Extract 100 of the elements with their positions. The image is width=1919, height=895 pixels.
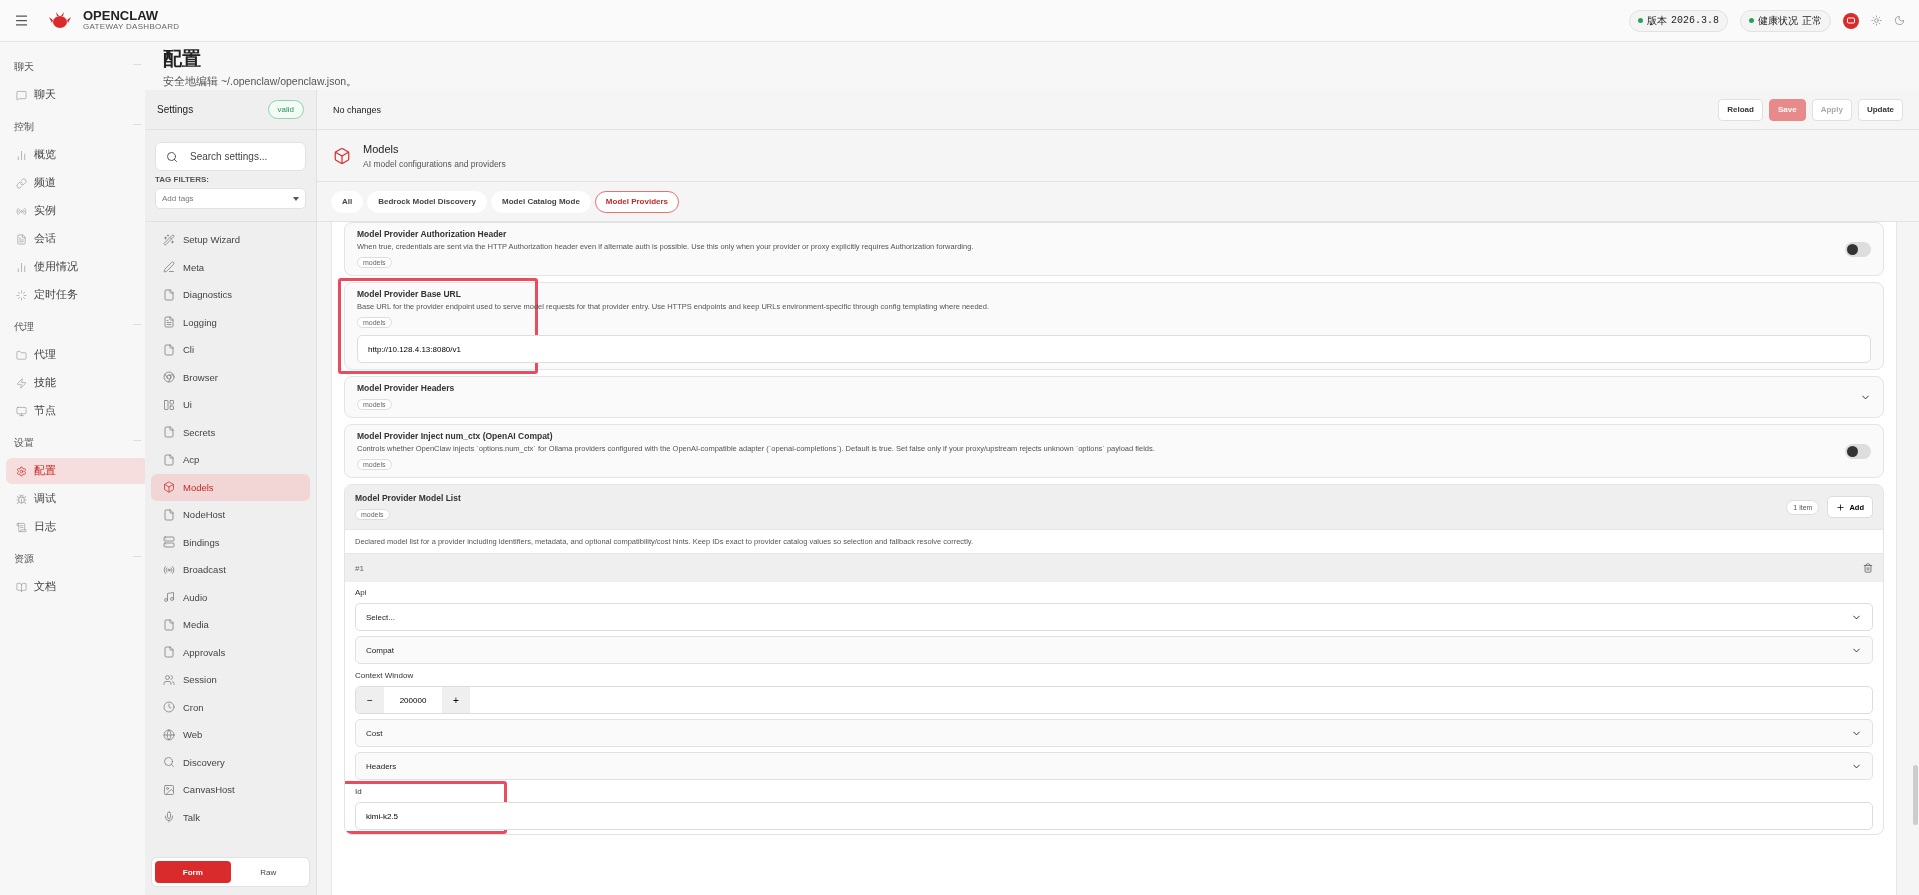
settings-item[interactable]: Web — [151, 721, 310, 749]
mode-tab[interactable]: Raw — [230, 861, 306, 883]
pen-icon — [163, 261, 175, 274]
field-label: Id — [355, 787, 363, 796]
broadcast-icon — [163, 563, 175, 576]
status-pill: 健康状况 正常 — [1740, 9, 1831, 32]
settings-item[interactable]: Broadcast — [151, 556, 310, 584]
microphone-icon — [163, 811, 175, 824]
search-icon — [166, 150, 178, 163]
setting-title: Model Provider Base URL — [357, 289, 462, 299]
chat-status-icon[interactable] — [1843, 12, 1859, 29]
settings-item[interactable]: Audio — [151, 583, 310, 611]
book-icon — [16, 581, 27, 593]
plus-icon — [1836, 502, 1846, 512]
scroll-icon — [16, 521, 27, 533]
url-field[interactable]: http://10.128.4.13:8080/v1 — [357, 335, 1871, 363]
chat-icon — [16, 89, 27, 101]
nav-item[interactable]: 节点 — [6, 398, 149, 424]
file-icon — [163, 618, 175, 631]
cube-icon — [163, 481, 175, 494]
collapsible-section[interactable]: Cost — [355, 719, 1873, 747]
filter-tab[interactable]: All — [331, 190, 364, 213]
brand-subtitle: GATEWAY DASHBOARD — [83, 22, 180, 31]
bar-chart-icon — [16, 261, 27, 273]
collapsible-section[interactable]: Compat — [355, 636, 1873, 664]
loader-icon — [16, 289, 27, 301]
menu-icon[interactable] — [14, 13, 29, 28]
id-field[interactable]: kimi-k2.5 — [355, 802, 1873, 830]
page-title: 配置 — [163, 47, 202, 71]
file-icon — [163, 453, 175, 466]
settings-icon — [16, 465, 27, 477]
trash-icon[interactable] — [1863, 563, 1873, 573]
section-subtitle: AI model configurations and providers — [363, 158, 506, 169]
nav-group-title: 控制 — [6, 110, 149, 142]
nav-item[interactable]: 日志 — [6, 514, 149, 540]
settings-item[interactable]: Media — [151, 611, 310, 639]
setting-title: Model Provider Inject num_ctx (OpenAI Compat) — [357, 431, 554, 441]
nav-item[interactable]: 调试 — [6, 486, 149, 512]
settings-item[interactable]: Acp — [151, 446, 310, 474]
tags-select[interactable]: Add tags — [155, 188, 306, 209]
search-box[interactable]: Search settings... — [155, 142, 306, 171]
image-icon — [163, 783, 175, 796]
settings-item[interactable]: NodeHost — [151, 501, 310, 529]
filter-tab[interactable]: Model Providers — [594, 190, 680, 213]
section-title: Cost — [366, 728, 383, 738]
settings-item[interactable]: Cron — [151, 693, 310, 721]
brand-title: OPENCLAW — [83, 10, 160, 22]
settings-item[interactable]: Browser — [151, 363, 310, 391]
search-field[interactable]: Search settings... — [188, 143, 295, 170]
settings-item[interactable]: Approvals — [151, 638, 310, 666]
settings-item[interactable]: Discovery — [151, 748, 310, 776]
scrollbar-thumb[interactable] — [1912, 765, 1918, 825]
field-label: Context Window — [355, 671, 415, 680]
nav-item[interactable]: 定时任务 — [6, 282, 149, 308]
nav-item[interactable]: 文档 — [6, 574, 149, 600]
mode-tab[interactable]: Form — [155, 861, 231, 883]
status-pill: 版本 2026.3.8 — [1629, 9, 1728, 32]
broadcast-icon — [16, 205, 27, 217]
search-icon — [163, 756, 175, 769]
lightning-icon — [16, 377, 27, 389]
sun-icon[interactable] — [1871, 15, 1882, 26]
settings-item[interactable]: Secrets — [151, 418, 310, 446]
setting-title: Model Provider Model List — [355, 493, 461, 503]
caret-icon — [293, 196, 299, 201]
field-label: Api — [355, 588, 368, 597]
folder-icon — [16, 349, 27, 361]
nav-item[interactable]: 使用情况 — [6, 254, 149, 280]
nav-item[interactable]: 实例 — [6, 198, 149, 224]
file-icon — [163, 343, 175, 356]
nav-item[interactable]: 代理 — [6, 342, 149, 368]
settings-item[interactable]: Models — [151, 473, 310, 501]
collapsible-section[interactable]: Headers — [355, 752, 1873, 780]
file-icon — [163, 316, 175, 329]
server-icon — [163, 536, 175, 549]
users-icon — [163, 673, 175, 686]
settings-item[interactable]: Meta — [151, 253, 310, 281]
nav-item[interactable]: 会话 — [6, 226, 149, 252]
toggle-switch[interactable] — [1845, 241, 1871, 257]
select-field[interactable]: Select... — [355, 603, 1873, 631]
section-title: Headers — [366, 761, 397, 771]
settings-item[interactable]: Diagnostics — [151, 281, 310, 309]
change-status: No changes — [333, 104, 383, 115]
nav-item[interactable]: 频道 — [6, 170, 149, 196]
settings-item[interactable]: Logging — [151, 308, 310, 336]
settings-item[interactable]: Session — [151, 666, 310, 694]
toolbar-button[interactable]: Reload — [1718, 98, 1763, 121]
toolbar-button[interactable]: Update — [1857, 98, 1903, 121]
music-icon — [163, 591, 175, 604]
settings-item[interactable]: Setup Wizard — [151, 226, 310, 254]
nav-item[interactable]: 概览 — [6, 142, 149, 168]
settings-item[interactable]: Ui — [151, 391, 310, 419]
settings-item[interactable]: Talk — [151, 803, 310, 831]
nav-item[interactable]: 聊天 — [6, 82, 149, 108]
settings-item[interactable]: Cli — [151, 336, 310, 364]
filter-tab[interactable]: Model Catalog Mode — [491, 190, 591, 213]
settings-item[interactable]: CanvasHost — [151, 776, 310, 804]
settings-item[interactable]: Bindings — [151, 528, 310, 556]
nav-item[interactable]: 技能 — [6, 370, 149, 396]
filter-tab[interactable]: Bedrock Model Discovery — [367, 190, 488, 213]
toggle-switch[interactable] — [1845, 443, 1871, 459]
